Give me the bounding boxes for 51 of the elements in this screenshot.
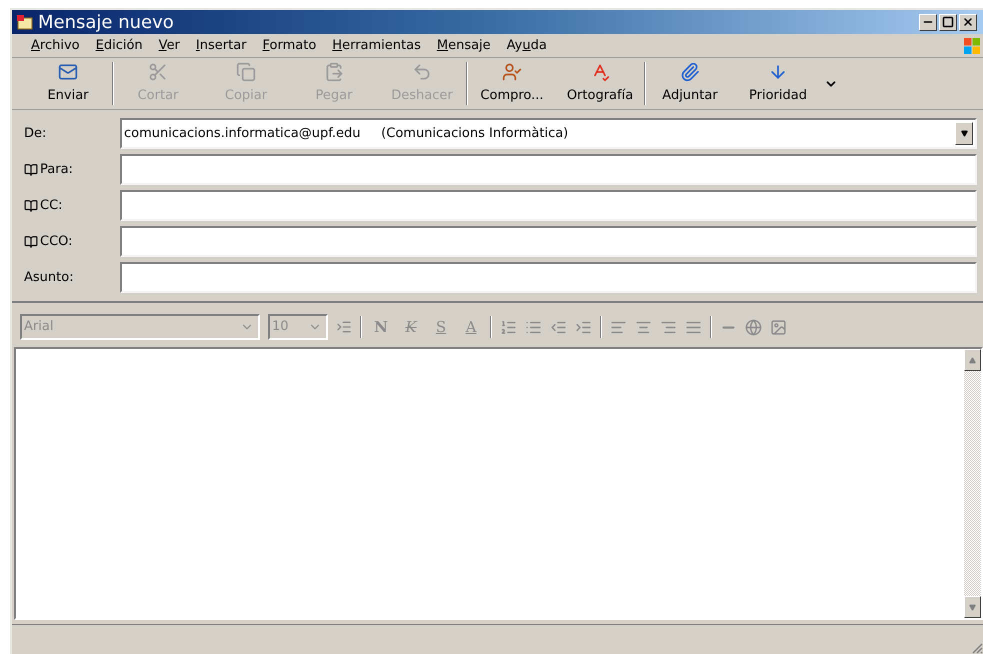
field-label: De:: [24, 124, 46, 143]
menu-item[interactable]: Formato: [256, 36, 324, 56]
field-label: CCO:: [40, 232, 73, 251]
address-book-icon[interactable]: [24, 162, 38, 176]
menu-item[interactable]: Mensaje: [430, 36, 498, 56]
input-field[interactable]: [120, 262, 977, 293]
input-field[interactable]: [120, 154, 977, 185]
close-button[interactable]: [959, 14, 977, 30]
menu-item[interactable]: Archivo: [24, 36, 87, 56]
font-value: Arial: [23, 318, 54, 336]
letter-icon: [16, 13, 34, 31]
input-field[interactable]: [120, 226, 977, 257]
menu-item[interactable]: Ayuda: [500, 36, 554, 56]
toolbar-button[interactable]: Adjuntar: [646, 58, 734, 109]
up-arrow-icon: [969, 356, 976, 364]
toolbar-button[interactable]: Prioridad: [734, 58, 822, 109]
scroll-down-button[interactable]: [964, 596, 981, 618]
field-label: Asunto:: [24, 268, 74, 287]
size-value: 10: [271, 318, 290, 336]
sender-dropdown[interactable]: comunicacions.informatica@upf.edu (Comunicacions Informàtica): [120, 118, 977, 149]
minimize-button[interactable]: [919, 14, 937, 30]
scissors-icon: [148, 62, 168, 82]
scroll-up-button[interactable]: [964, 349, 981, 371]
sender-value: comunicacions.informatica@upf.edu (Comunicacions Informàtica): [123, 124, 570, 143]
field-label: CC:: [40, 196, 63, 215]
close-icon: [962, 16, 974, 28]
maximize-icon: [942, 16, 954, 28]
menu-item[interactable]: Edición: [88, 36, 150, 56]
toolbar-button[interactable]: Compro...: [468, 58, 556, 109]
toolbar-button[interactable]: Ortografía: [556, 58, 644, 109]
menu-item[interactable]: Insertar: [188, 36, 254, 56]
person-check-icon: [502, 62, 522, 82]
address-book-icon[interactable]: [24, 234, 38, 248]
scrollbar[interactable]: [964, 349, 981, 618]
window-title: Mensaje nuevo: [38, 10, 175, 34]
down-arrow-icon: [969, 604, 976, 610]
copy-icon: [236, 62, 256, 82]
windows-logo-icon: [963, 36, 981, 54]
field-label: Para:: [40, 160, 73, 179]
paste-icon: [324, 62, 344, 82]
down-arrow-icon: [960, 130, 968, 137]
resize-grip-icon[interactable]: [971, 642, 983, 654]
address-book-icon[interactable]: [24, 198, 38, 212]
undo-icon: [412, 62, 432, 82]
paperclip-icon: [680, 62, 700, 82]
toolbar-button[interactable]: Enviar: [24, 58, 112, 109]
input-field[interactable]: [120, 190, 977, 221]
menu-item[interactable]: Herramientas: [325, 36, 428, 56]
maximize-button[interactable]: [939, 14, 957, 30]
menu-item[interactable]: Ver: [152, 36, 187, 56]
envelope-icon: [58, 62, 78, 82]
